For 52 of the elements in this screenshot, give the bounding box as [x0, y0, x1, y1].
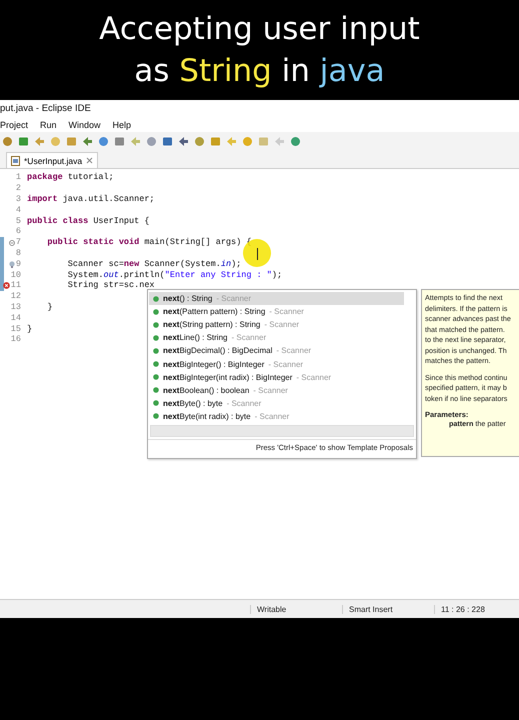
completion-item[interactable]: nextByte() : byte - Scanner	[149, 396, 404, 410]
completion-item[interactable]: nextBigInteger() : BigInteger - Scanner	[149, 357, 404, 371]
line-number: 11	[10, 280, 21, 290]
line-number: 8	[16, 248, 21, 258]
menu-item[interactable]: Project	[0, 120, 28, 130]
code-line: String str=sc.nex	[66, 280, 155, 290]
java-file-icon	[11, 156, 20, 166]
line-number: 7	[16, 237, 21, 248]
line-number: 4	[16, 204, 21, 215]
completion-item[interactable]: next() : String - Scanner	[149, 292, 404, 306]
line-number: 10	[10, 270, 21, 280]
code-line: public class UserInput {	[27, 216, 150, 226]
line-number: 5	[16, 216, 21, 226]
code-line: import java.util.Scanner;	[27, 194, 155, 204]
line-number: 13	[10, 302, 21, 312]
horizontal-scrollbar[interactable]	[150, 425, 414, 437]
line-number: 3	[16, 194, 21, 204]
caption-line: as String in java	[134, 52, 385, 91]
code-line: }	[27, 324, 32, 334]
code-line: System.out.println("Enter any String : ");	[66, 270, 282, 280]
status-field: Smart Insert	[342, 604, 434, 614]
caption-line: Accepting user input	[99, 10, 420, 49]
line-number: 2	[16, 183, 21, 194]
line-number: 14	[10, 312, 21, 323]
mouse-highlight	[243, 239, 271, 267]
code-line: Scanner sc=new Scanner(System.in);	[66, 258, 242, 269]
line-number: 1	[16, 172, 21, 182]
completion-item[interactable]: nextLine() : String - Scanner	[149, 331, 404, 344]
completion-item[interactable]: next(Pattern pattern) : String - Scanner	[149, 305, 404, 318]
code-line: package tutorial;	[27, 172, 114, 182]
line-number: 6	[16, 226, 21, 236]
completion-item[interactable]: next(String pattern) : String - Scanner	[149, 318, 404, 332]
status-field: Writable	[250, 604, 342, 614]
completion-item[interactable]: nextBoolean() : boolean - Scanner	[149, 384, 404, 397]
close-icon[interactable]	[86, 157, 94, 164]
menu-item[interactable]: Help	[112, 120, 132, 130]
line-number: 9	[16, 258, 21, 269]
completion-item[interactable]: nextByte(int radix) : byte - Scanner	[149, 410, 404, 423]
code-line: }	[46, 302, 53, 312]
lightbulb-icon	[8, 260, 15, 268]
line-number: 12	[10, 291, 21, 302]
editor-tab[interactable]: *UserInput.java	[6, 152, 98, 168]
fold-icon[interactable]	[8, 240, 15, 246]
menu-item[interactable]: Run	[40, 120, 57, 130]
status-field: 11 : 26 : 228	[434, 604, 519, 614]
completion-item[interactable]: nextBigInteger(int radix) : BigInteger - Scanner	[149, 370, 404, 384]
text-cursor-icon	[257, 248, 261, 260]
completion-item[interactable]: nextBigDecimal() : BigDecimal - Scanner	[149, 344, 404, 358]
menu-item[interactable]: Window	[68, 120, 101, 130]
error-icon	[2, 282, 10, 290]
line-number: 16	[10, 334, 21, 344]
line-number: 15	[10, 324, 21, 334]
